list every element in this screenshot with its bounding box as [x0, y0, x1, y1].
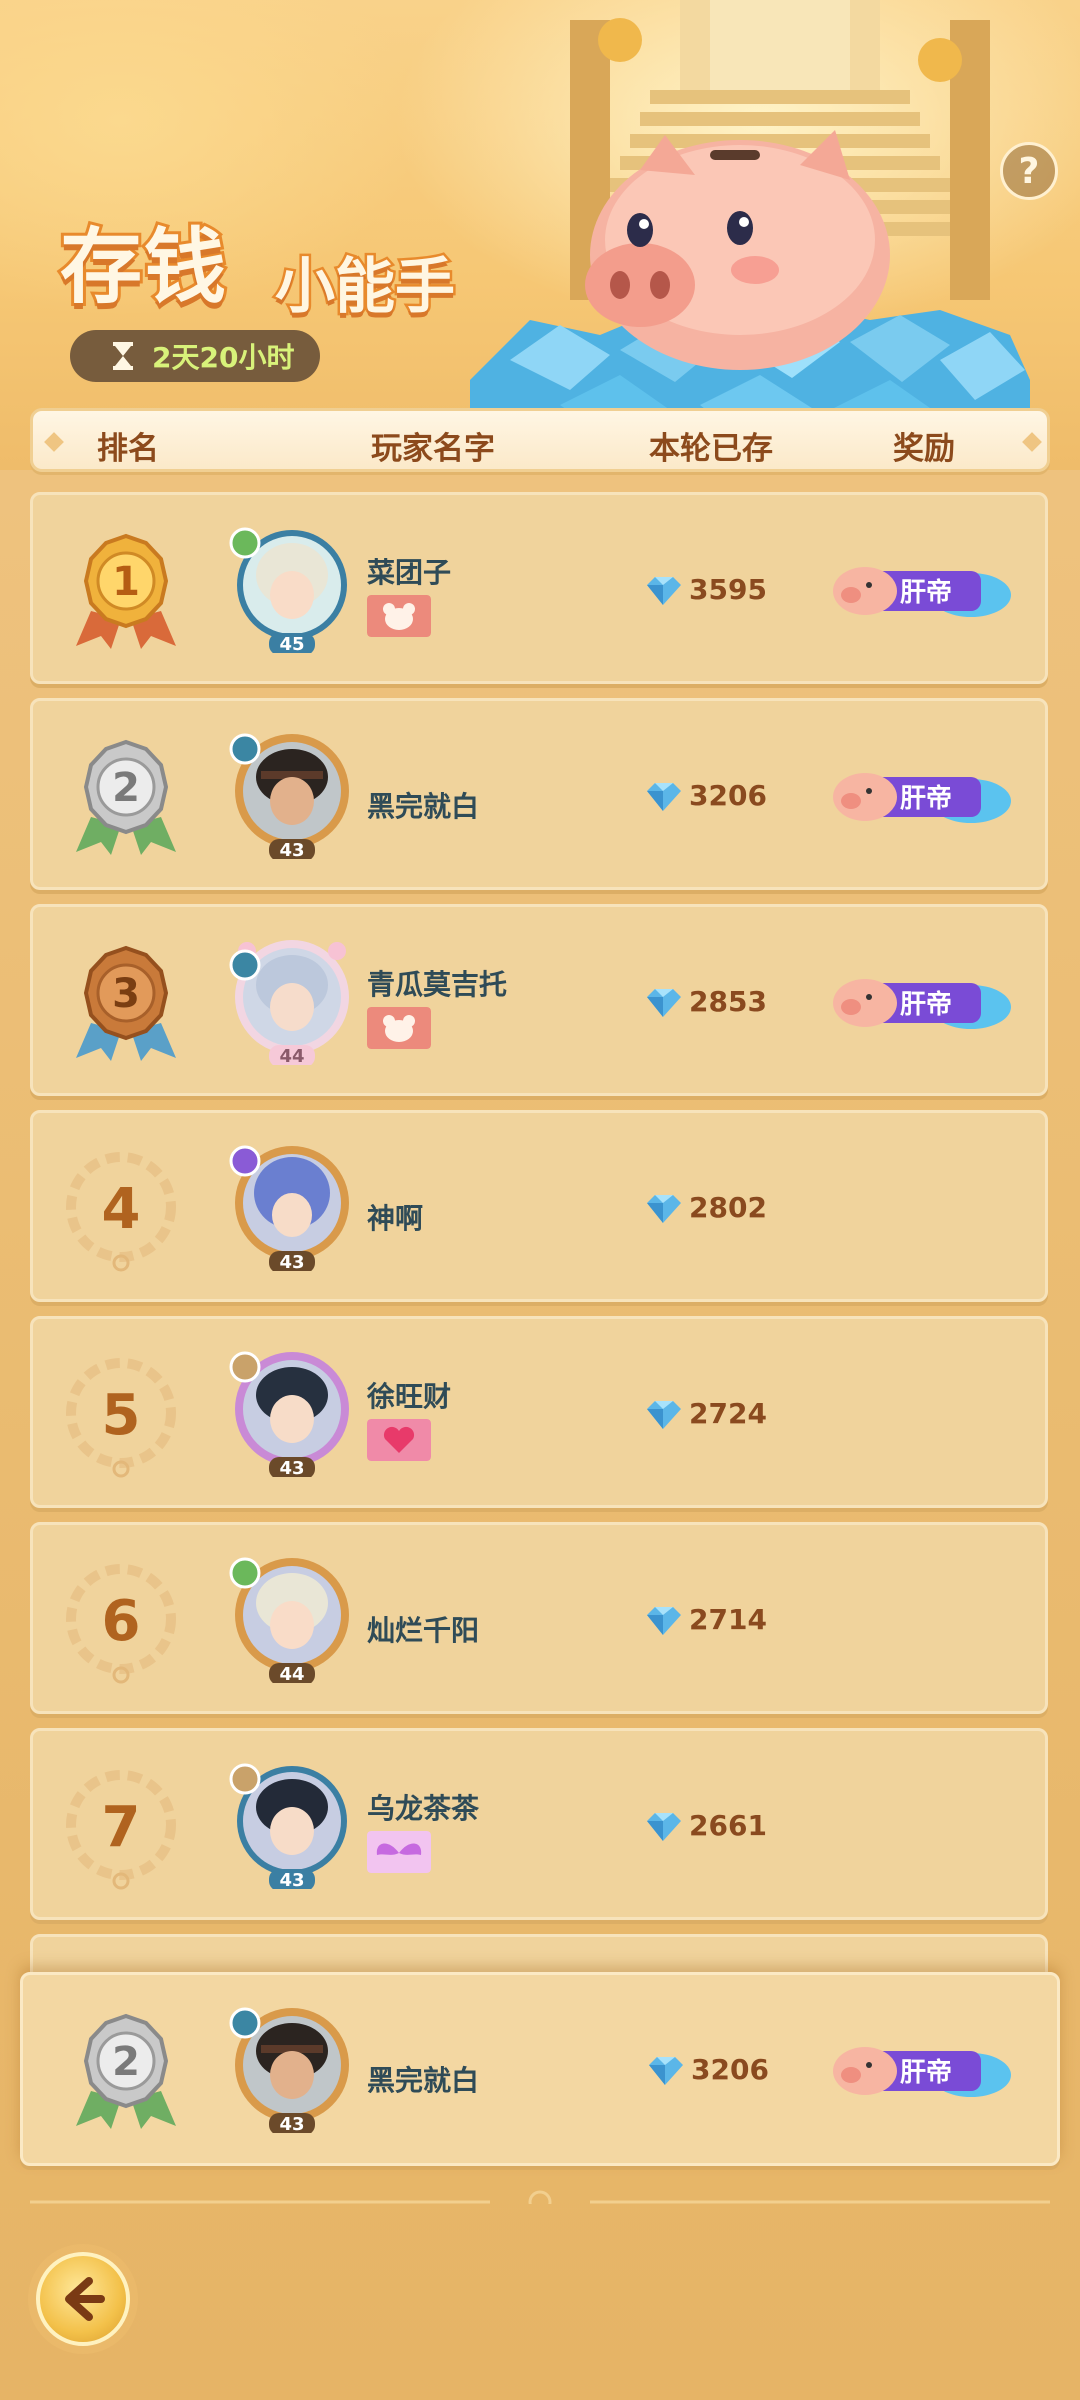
- column-reward: 奖励: [893, 431, 955, 467]
- wings-badge-icon: [367, 1831, 431, 1873]
- rank-number: 5: [101, 1382, 141, 1448]
- svg-text:1: 1: [112, 559, 140, 605]
- leaderboard-row[interactable]: 4 43 神啊 2802: [30, 1110, 1048, 1302]
- ornament-divider: [30, 2190, 1050, 2204]
- back-arrow-icon: [65, 2277, 105, 2321]
- saved-amount: 2802: [689, 1191, 767, 1224]
- svg-text:肝帝: 肝帝: [900, 2057, 952, 2088]
- rank-number: 6: [101, 1588, 141, 1654]
- player-name: 黑完就白: [367, 790, 480, 823]
- column-saved: 本轮已存: [649, 431, 773, 467]
- player-avatar[interactable]: 43: [227, 729, 357, 859]
- event-subtitle: 小能手: [273, 250, 458, 325]
- player-avatar[interactable]: 43: [227, 2003, 357, 2133]
- gold-medal-icon: 1: [76, 533, 176, 649]
- bronze-medal-icon: 3: [76, 945, 176, 1061]
- diamond-gem-icon: [647, 1401, 681, 1429]
- player-avatar[interactable]: 43: [227, 1141, 357, 1271]
- diamond-gem-icon: [647, 989, 681, 1017]
- player-avatar[interactable]: 43: [227, 1347, 357, 1477]
- countdown-text: 2天20小时: [152, 341, 295, 374]
- silver-medal-icon: 2: [76, 2013, 176, 2129]
- piggy-bank-icon: [470, 130, 1030, 450]
- svg-text:肝帝: 肝帝: [900, 989, 952, 1020]
- column-rank: 排名: [97, 431, 159, 467]
- help-button[interactable]: ?: [1000, 142, 1058, 200]
- event-banner: 存钱 小能手 2天20小时 ?: [0, 0, 1080, 470]
- svg-text:43: 43: [279, 840, 304, 859]
- back-button[interactable]: [36, 2252, 130, 2346]
- svg-text:43: 43: [279, 2114, 304, 2133]
- leaderboard-column-header: 排名 玩家名字 本轮已存 奖励: [30, 408, 1050, 472]
- saved-amount: 2714: [689, 1603, 767, 1636]
- reward-piggy-icon[interactable]: 肝帝: [831, 2035, 1013, 2103]
- diamond-gem-icon: [647, 1195, 681, 1223]
- diamond-ornament-icon: [44, 432, 64, 452]
- bear-badge-icon: [367, 595, 431, 637]
- bear-badge-icon: [367, 1007, 431, 1049]
- leaderboard-row[interactable]: 5 43 徐旺财 2724: [30, 1316, 1048, 1508]
- diamond-gem-icon: [647, 783, 681, 811]
- svg-text:43: 43: [279, 1870, 304, 1889]
- diamond-gem-icon: [647, 577, 681, 605]
- player-avatar[interactable]: 44: [227, 935, 357, 1065]
- player-avatar[interactable]: 44: [227, 1553, 357, 1683]
- saved-amount: 3206: [691, 2053, 769, 2086]
- reward-piggy-icon[interactable]: 肝帝: [831, 761, 1013, 829]
- svg-text:3: 3: [112, 971, 140, 1017]
- svg-text:44: 44: [279, 1664, 304, 1683]
- hourglass-icon: [113, 342, 133, 370]
- diamond-gem-icon: [647, 1607, 681, 1635]
- leaderboard-row[interactable]: 7 43 乌龙茶茶 2661: [30, 1728, 1048, 1920]
- player-name: 神啊: [367, 1202, 424, 1235]
- diamond-ornament-icon: [1022, 432, 1042, 452]
- svg-text:44: 44: [279, 1046, 304, 1065]
- player-avatar[interactable]: 45: [227, 523, 357, 653]
- rank-number: 4: [101, 1176, 141, 1242]
- svg-text:45: 45: [279, 634, 304, 653]
- svg-text:43: 43: [279, 1252, 304, 1271]
- diamond-gem-icon: [649, 2057, 683, 2085]
- diamond-gem-icon: [647, 1813, 681, 1841]
- reward-piggy-icon[interactable]: 肝帝: [831, 967, 1013, 1035]
- saved-amount: 3595: [689, 573, 767, 606]
- player-name: 乌龙茶茶: [367, 1792, 480, 1825]
- player-name: 黑完就白: [367, 2064, 480, 2097]
- player-name: 徐旺财: [367, 1380, 452, 1413]
- player-avatar[interactable]: 43: [227, 1759, 357, 1889]
- saved-amount: 2661: [689, 1809, 767, 1842]
- silver-medal-icon: 2: [76, 739, 176, 855]
- event-title: 存钱: [57, 217, 229, 318]
- leaderboard-row[interactable]: 6 44 灿烂千阳 2714: [30, 1522, 1048, 1714]
- reward-piggy-icon[interactable]: 肝帝: [831, 555, 1013, 623]
- svg-text:2: 2: [112, 2039, 140, 2085]
- svg-text:肝帝: 肝帝: [900, 783, 952, 814]
- player-name: 青瓜莫吉托: [367, 968, 508, 1001]
- my-rank-row[interactable]: 2 43 黑完就白 3206 肝帝: [20, 1972, 1060, 2166]
- svg-text:2: 2: [112, 765, 140, 811]
- leaderboard-row[interactable]: 3 44 青瓜莫吉托 2853 肝帝: [30, 904, 1048, 1096]
- saved-amount: 2724: [689, 1397, 767, 1430]
- saved-amount: 2853: [689, 985, 767, 1018]
- svg-text:43: 43: [279, 1458, 304, 1477]
- leaderboard-row[interactable]: 2 43 黑完就白 3206 肝帝: [30, 698, 1048, 890]
- column-player-name: 玩家名字: [371, 431, 495, 467]
- player-name: 菜团子: [367, 556, 452, 589]
- leaderboard-row[interactable]: 1 45 菜团子 3595 肝帝: [30, 492, 1048, 684]
- player-name: 灿烂千阳: [367, 1614, 480, 1647]
- countdown-timer: 2天20小时: [70, 330, 320, 382]
- heart-badge-icon: [367, 1419, 431, 1461]
- svg-text:肝帝: 肝帝: [900, 577, 952, 608]
- saved-amount: 3206: [689, 779, 767, 812]
- rank-number: 7: [101, 1794, 141, 1860]
